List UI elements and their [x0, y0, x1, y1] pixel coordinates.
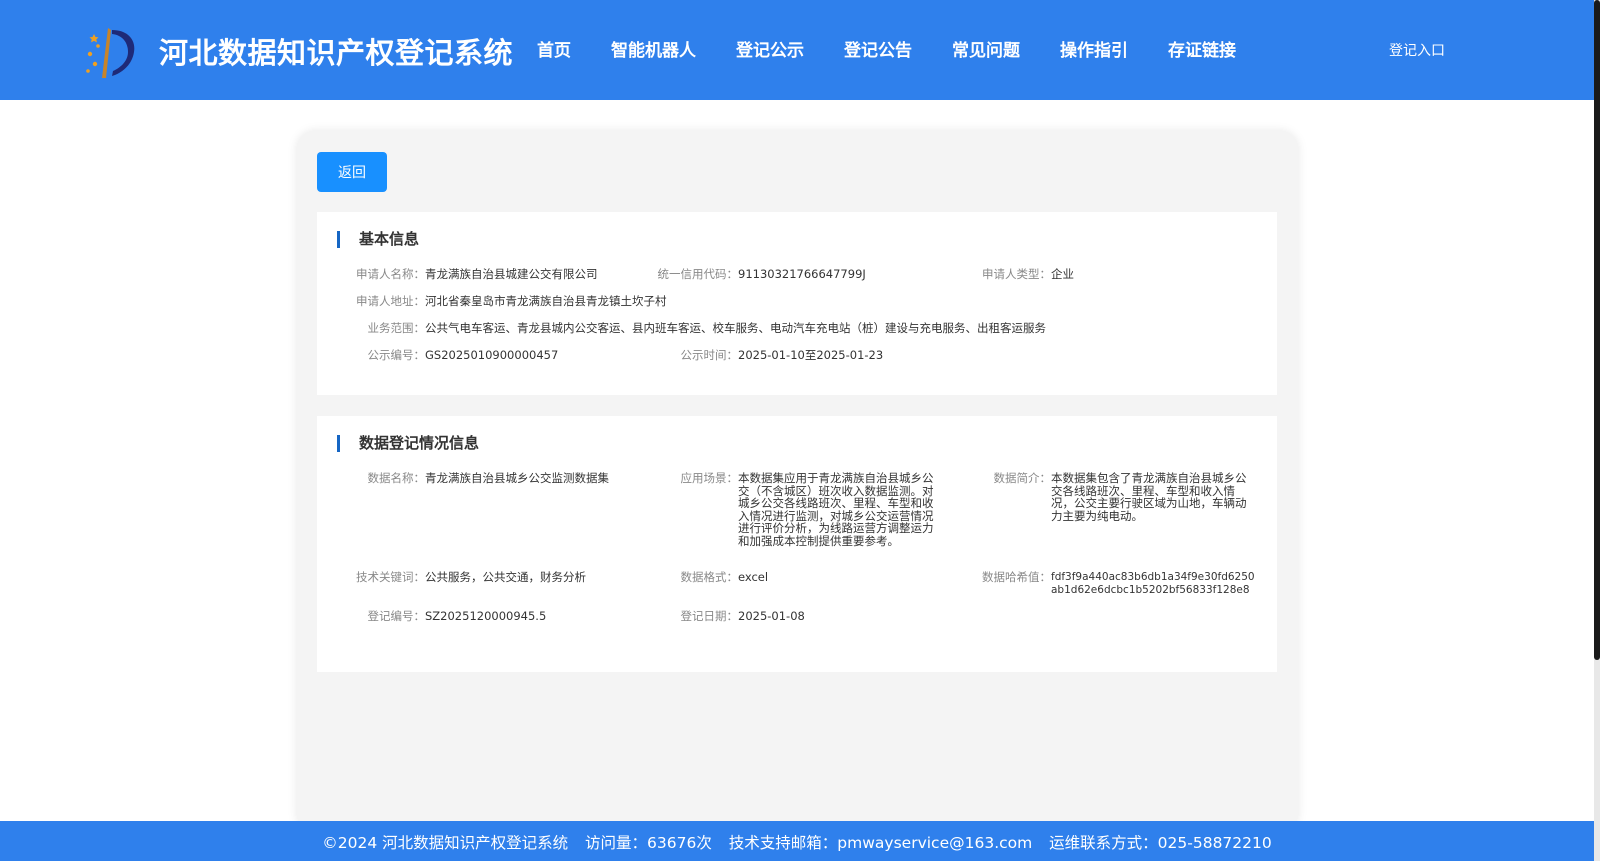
value-data-name: 青龙满族自治县城乡公交监测数据集	[425, 471, 609, 485]
field-applicant-name: 申请人名称： 青龙满族自治县城建公交有限公司	[356, 267, 598, 281]
site-title: 河北数据知识产权登记系统	[159, 36, 514, 70]
label-format: 数据格式：	[680, 570, 739, 584]
nav-home[interactable]: 首页	[537, 36, 571, 61]
label-notice-time: 公示时间：	[680, 348, 739, 362]
field-business-scope: 业务范围： 公共气电车客运、青龙县城内公交客运、县内班车客运、校车服务、电动汽车…	[368, 321, 1047, 335]
value-reg-no: SZ2025120000945.5	[425, 609, 547, 623]
label-business-scope: 业务范围：	[367, 321, 426, 335]
label-credit-code: 统一信用代码：	[657, 267, 739, 281]
value-hash: fdf3f9a440ac83b6db1a34f9e30fd6250ab1d62e…	[1051, 571, 1255, 596]
nav-publicity[interactable]: 登记公示	[736, 36, 804, 61]
value-business-scope: 公共气电车客运、青龙县城内公交客运、县内班车客运、校车服务、电动汽车充电站（桩）…	[425, 321, 1046, 335]
field-format: 数据格式： excel	[681, 570, 769, 584]
label-applicant-name: 申请人名称：	[356, 267, 425, 281]
field-reg-date: 登记日期： 2025-01-08	[681, 609, 805, 623]
label-scenario: 应用场景：	[680, 471, 739, 485]
value-notice-no: GS2025010900000457	[425, 348, 559, 362]
basic-info-section: 基本信息 申请人名称： 青龙满族自治县城建公交有限公司 统一信用代码： 9113…	[317, 212, 1277, 395]
section-title-data: 数据登记情况信息	[337, 435, 479, 452]
footer-contact: 运维联系方式：025-58872210	[1049, 834, 1272, 852]
label-address: 申请人地址：	[356, 294, 425, 308]
footer-email: 技术支持邮箱：pmwayservice@163.com	[728, 834, 1033, 852]
detail-card: 返回 基本信息 申请人名称： 青龙满族自治县城建公交有限公司 统一信用代码： 9…	[297, 131, 1298, 831]
field-reg-no: 登记编号： SZ2025120000945.5	[368, 609, 547, 623]
label-hash: 数据哈希值：	[982, 570, 1051, 584]
value-keywords: 公共服务，公共交通，财务分析	[425, 570, 586, 584]
label-reg-no: 登记编号：	[367, 609, 426, 623]
label-keywords: 技术关键词：	[356, 570, 425, 584]
value-summary: 本数据集包含了青龙满族自治县城乡公交各线路班次、里程、车型和收入情况，公交主要行…	[1051, 471, 1247, 523]
scrollbar-thumb[interactable]	[1594, 0, 1600, 660]
value-notice-time: 2025-01-10至2025-01-23	[738, 348, 884, 362]
label-notice-no: 公示编号：	[367, 348, 426, 362]
page-scrollbar[interactable]	[1594, 0, 1600, 861]
field-address: 申请人地址： 河北省秦皇岛市青龙满族自治县青龙镇土坎子村	[356, 294, 667, 308]
field-hash: 数据哈希值： fdf3f9a440ac83b6db1a34f9e30fd6250…	[982, 571, 1256, 596]
data-info-section: 数据登记情况信息 数据名称： 青龙满族自治县城乡公交监测数据集 应用场景： 本数…	[317, 416, 1277, 672]
value-applicant-type: 企业	[1051, 267, 1074, 281]
footer-visits: 访问量：63676次	[585, 834, 712, 852]
login-entry-link[interactable]: 登记入口	[1389, 40, 1445, 60]
nav-robot[interactable]: 智能机器人	[611, 36, 696, 61]
value-address: 河北省秦皇岛市青龙满族自治县青龙镇土坎子村	[425, 294, 667, 308]
label-data-name: 数据名称：	[367, 471, 426, 485]
footer-copyright: ©2024 河北数据知识产权登记系统	[322, 834, 569, 852]
field-keywords: 技术关键词： 公共服务，公共交通，财务分析	[356, 570, 586, 584]
nav-announcement[interactable]: 登记公告	[844, 36, 912, 61]
top-header: 河北数据知识产权登记系统 首页 智能机器人 登记公示 登记公告 常见问题 操作指…	[0, 0, 1594, 100]
footer-info: ©2024 河北数据知识产权登记系统 访问量：63676次 技术支持邮箱：pmw…	[0, 831, 1594, 853]
field-data-name: 数据名称： 青龙满族自治县城乡公交监测数据集	[368, 471, 610, 485]
value-scenario: 本数据集应用于青龙满族自治县城乡公交（不含城区）班次收入数据监测。对城乡公交各线…	[738, 471, 934, 548]
label-reg-date: 登记日期：	[680, 609, 739, 623]
nav-guide[interactable]: 操作指引	[1060, 36, 1128, 61]
logo-icon	[86, 28, 135, 78]
label-applicant-type: 申请人类型：	[982, 267, 1051, 281]
page-footer: ©2024 河北数据知识产权登记系统 访问量：63676次 技术支持邮箱：pmw…	[0, 821, 1594, 861]
label-summary: 数据简介：	[993, 471, 1052, 485]
field-credit-code: 统一信用代码： 91130321766647799J	[658, 267, 866, 281]
nav-evidence-link[interactable]: 存证链接	[1168, 36, 1236, 61]
back-button[interactable]: 返回	[317, 152, 387, 192]
value-credit-code: 91130321766647799J	[738, 267, 866, 281]
value-reg-date: 2025-01-08	[738, 609, 805, 623]
value-format: excel	[738, 570, 769, 584]
field-applicant-type: 申请人类型： 企业	[982, 267, 1074, 281]
field-notice-time: 公示时间： 2025-01-10至2025-01-23	[681, 348, 884, 362]
value-applicant-name: 青龙满族自治县城建公交有限公司	[425, 267, 598, 281]
nav-faq[interactable]: 常见问题	[952, 36, 1020, 61]
section-title-basic: 基本信息	[337, 231, 419, 248]
field-notice-no: 公示编号： GS2025010900000457	[368, 348, 559, 362]
field-scenario: 应用场景： 本数据集应用于青龙满族自治县城乡公交（不含城区）班次收入数据监测。对…	[681, 471, 934, 548]
field-summary: 数据简介： 本数据集包含了青龙满族自治县城乡公交各线路班次、里程、车型和收入情况…	[994, 471, 1247, 523]
